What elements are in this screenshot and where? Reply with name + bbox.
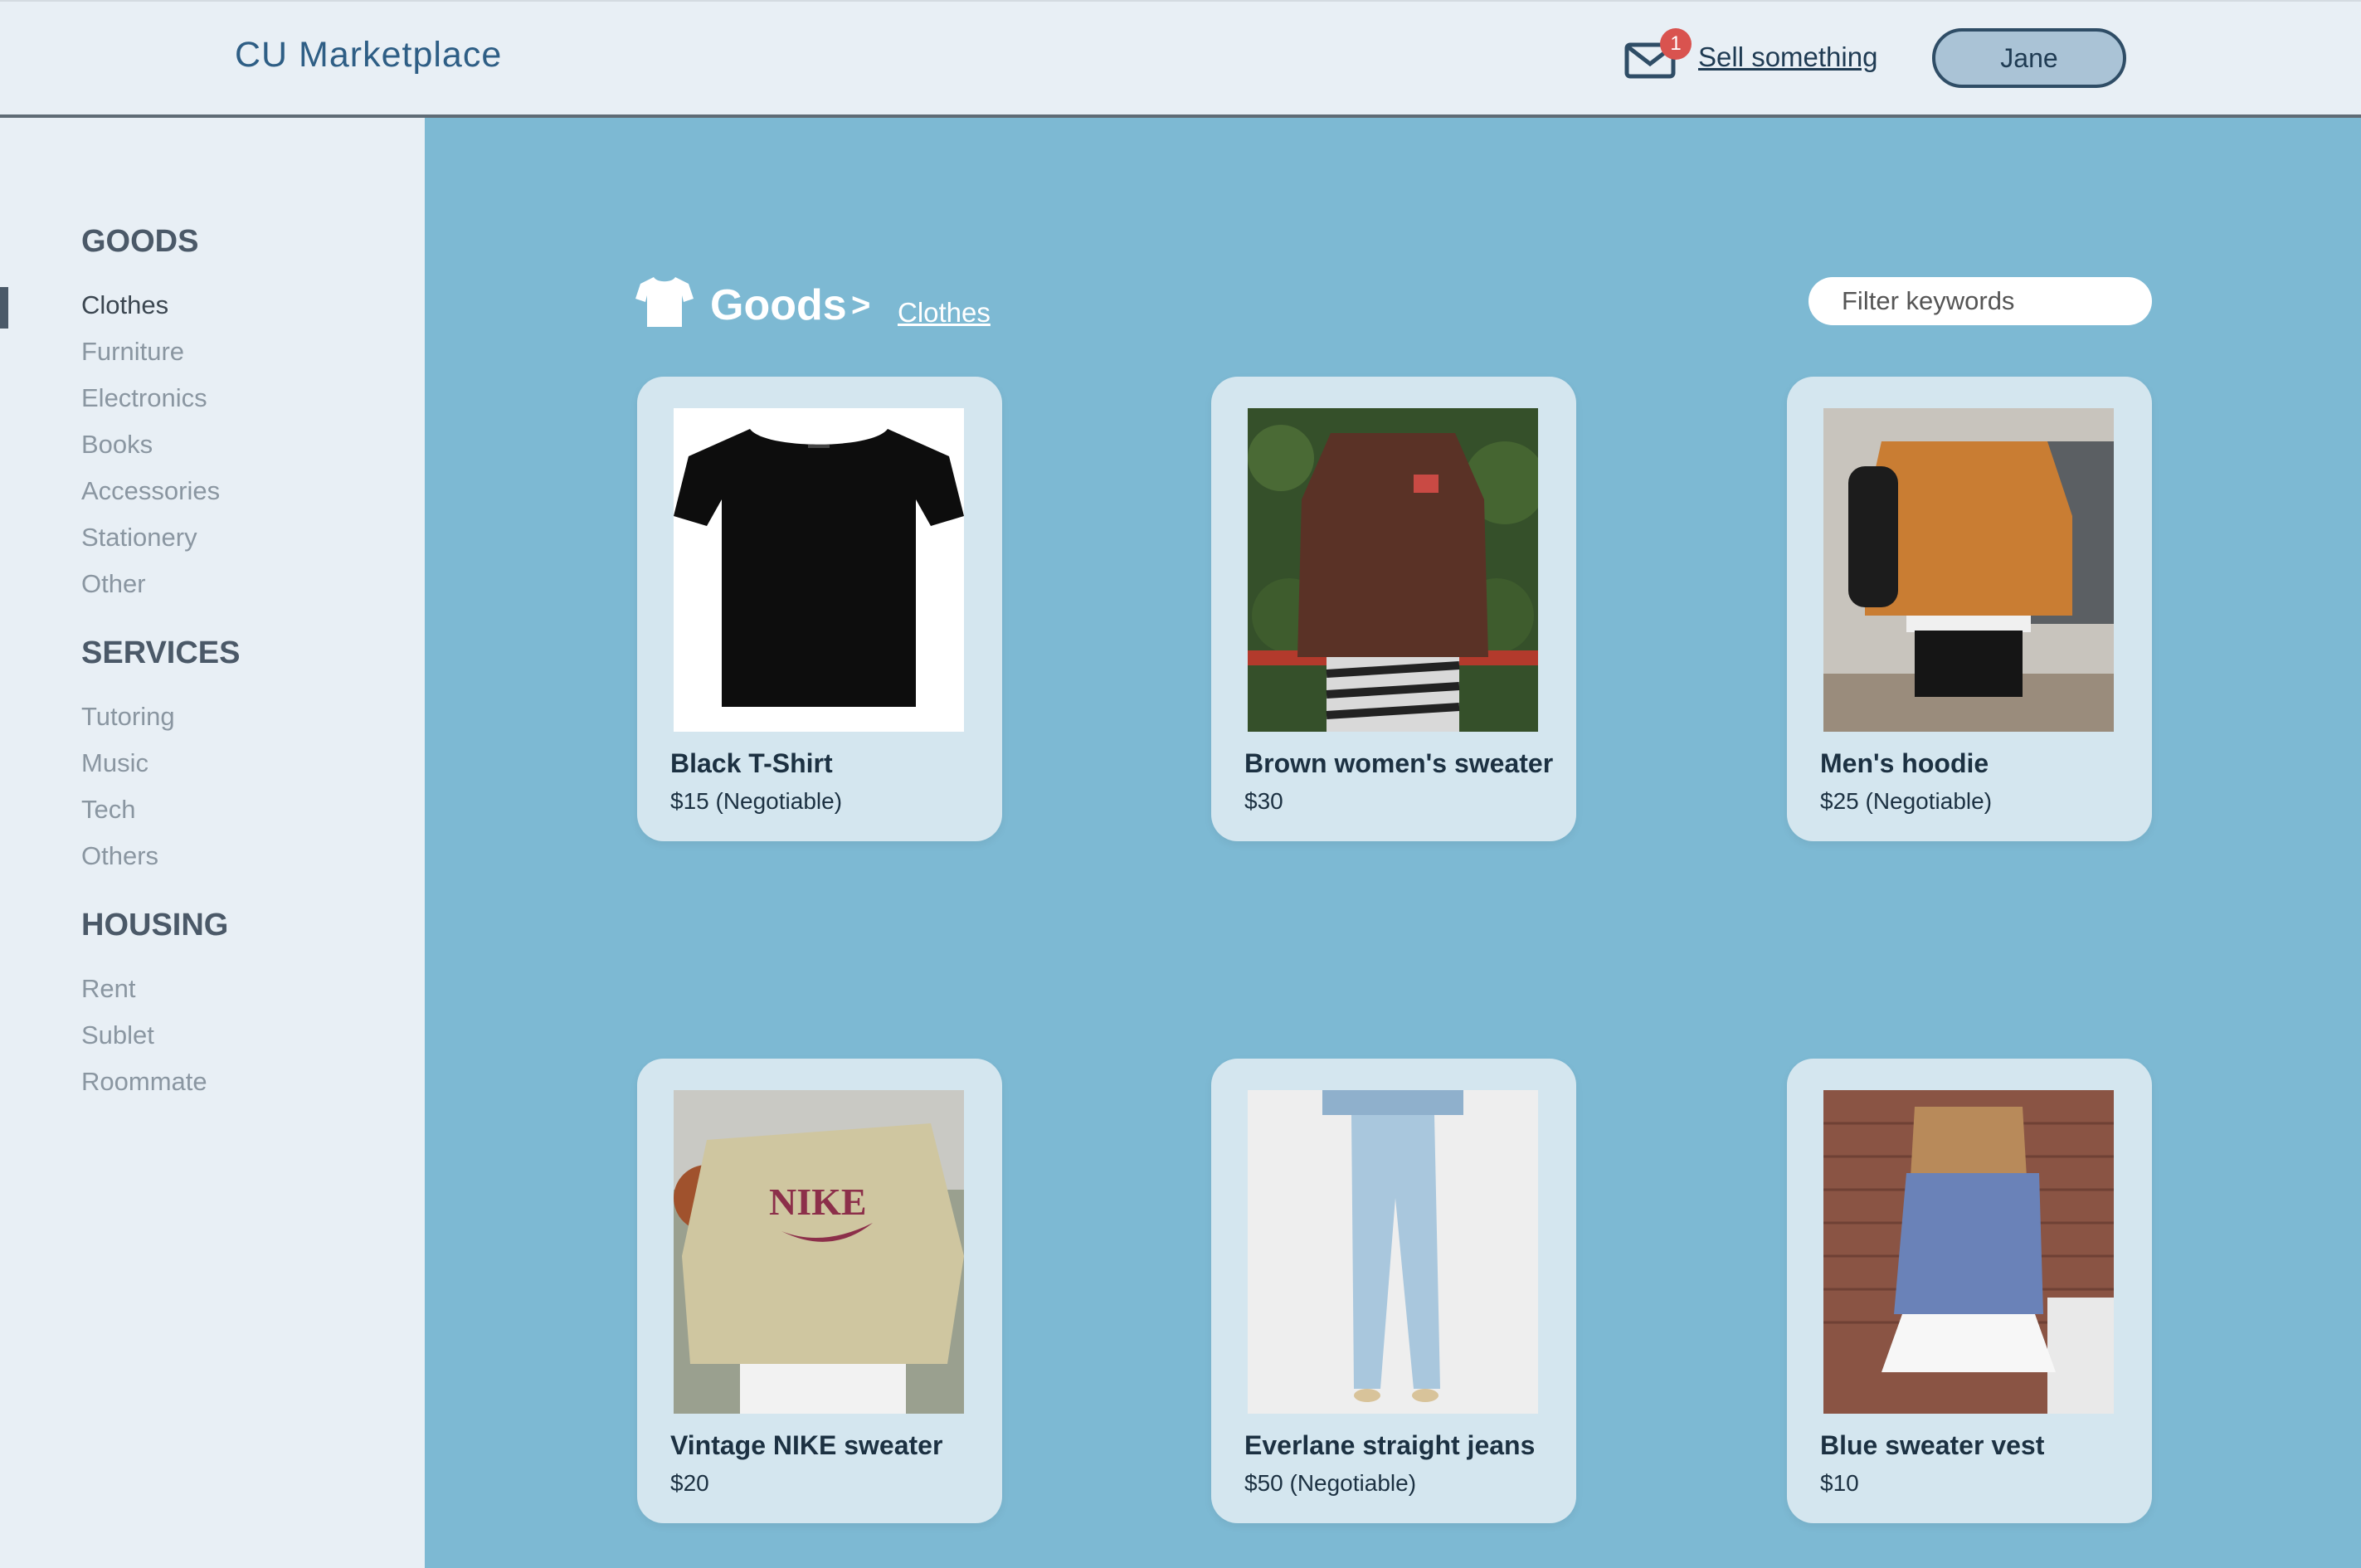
category-sidebar: GOODS Clothes Furniture Electronics Book…	[0, 118, 425, 1568]
active-item-marker	[0, 287, 8, 329]
notification-badge: 1	[1660, 28, 1692, 60]
listing-card[interactable]: Black T-Shirt $15 (Negotiable)	[637, 377, 1002, 841]
top-bar: CU Marketplace 1 Sell something Jane	[0, 0, 2361, 118]
listing-price: $10	[1820, 1470, 1859, 1496]
listing-title: Men's hoodie	[1820, 748, 1989, 778]
listing-title: Black T-Shirt	[670, 748, 833, 778]
sidebar-item-clothes[interactable]: Clothes	[81, 290, 168, 320]
section-title-goods: GOODS	[81, 224, 199, 259]
listing-price: $20	[670, 1470, 709, 1496]
sidebar-item-accessories[interactable]: Accessories	[81, 476, 220, 506]
listing-card[interactable]: Brown women's sweater $30	[1211, 377, 1576, 841]
listing-image	[1823, 1090, 2114, 1414]
listing-card[interactable]: Everlane straight jeans $50 (Negotiable)	[1211, 1059, 1576, 1523]
brand-logo[interactable]: CU Marketplace	[235, 35, 502, 75]
sidebar-item-tutoring[interactable]: Tutoring	[81, 702, 175, 732]
sidebar-item-sublet[interactable]: Sublet	[81, 1020, 154, 1050]
listing-image	[674, 408, 964, 732]
listing-price: $15 (Negotiable)	[670, 788, 843, 814]
listing-title: Blue sweater vest	[1820, 1430, 2045, 1460]
listing-price: $30	[1244, 788, 1283, 814]
listing-price: $50 (Negotiable)	[1244, 1470, 1417, 1496]
shirt-icon	[635, 277, 694, 327]
listing-card[interactable]: NIKE Vintage NIKE sweater $20	[637, 1059, 1002, 1523]
section-title-housing: HOUSING	[81, 908, 229, 942]
sidebar-item-music[interactable]: Music	[81, 748, 148, 778]
sidebar-item-rent[interactable]: Rent	[81, 974, 135, 1004]
breadcrumb-clothes[interactable]: Clothes	[898, 297, 991, 329]
sidebar-item-others[interactable]: Others	[81, 841, 158, 871]
sell-something-link[interactable]: Sell something	[1698, 41, 1877, 73]
listing-price: $25 (Negotiable)	[1820, 788, 1993, 814]
sidebar-item-furniture[interactable]: Furniture	[81, 337, 184, 367]
listing-image: NIKE	[674, 1090, 964, 1414]
user-menu-button[interactable]: Jane	[1932, 28, 2126, 88]
sidebar-item-tech[interactable]: Tech	[81, 795, 135, 825]
listing-card[interactable]: Blue sweater vest $10	[1787, 1059, 2152, 1523]
svg-text:NIKE: NIKE	[769, 1181, 867, 1223]
listing-image	[1248, 408, 1538, 732]
breadcrumb-separator: >	[851, 287, 871, 324]
breadcrumb-goods[interactable]: Goods	[710, 280, 847, 330]
listing-image	[1823, 408, 2114, 732]
section-title-services: SERVICES	[81, 635, 241, 670]
sidebar-item-stationery[interactable]: Stationery	[81, 523, 197, 553]
sidebar-item-books[interactable]: Books	[81, 430, 153, 460]
sidebar-item-electronics[interactable]: Electronics	[81, 383, 207, 413]
listing-title: Brown women's sweater	[1244, 748, 1554, 778]
listing-title: Everlane straight jeans	[1244, 1430, 1536, 1460]
listing-image	[1248, 1090, 1538, 1414]
sidebar-item-other[interactable]: Other	[81, 569, 146, 599]
listing-title: Vintage NIKE sweater	[670, 1430, 943, 1460]
filter-keywords-input[interactable]	[1808, 277, 2152, 325]
listing-card[interactable]: Men's hoodie $25 (Negotiable)	[1787, 377, 2152, 841]
sidebar-item-roommate[interactable]: Roommate	[81, 1067, 207, 1097]
